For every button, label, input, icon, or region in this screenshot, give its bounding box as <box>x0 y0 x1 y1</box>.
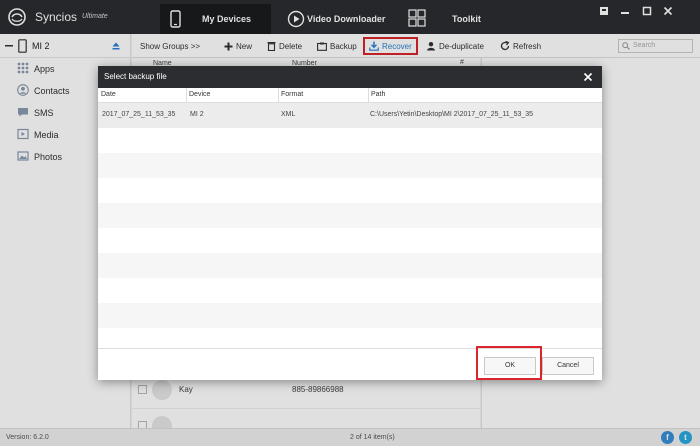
cancel-button[interactable]: Cancel <box>542 357 594 375</box>
dialog-table-body: 2017_07_25_11_53_35 MI 2 XML C:\Users\Ye… <box>98 103 602 348</box>
empty-row <box>98 203 602 228</box>
col-device[interactable]: Device <box>189 91 210 102</box>
backup-path: C:\Users\Yetin\Desktop\MI 2\2017_07_25_1… <box>370 111 534 118</box>
dialog-title: Select backup file <box>104 72 167 81</box>
empty-row <box>98 303 602 328</box>
backup-format: XML <box>281 111 296 118</box>
ok-highlight-frame <box>476 346 542 380</box>
col-path[interactable]: Path <box>371 91 385 102</box>
empty-row <box>98 253 602 278</box>
backup-device: MI 2 <box>190 111 204 118</box>
col-format[interactable]: Format <box>281 91 303 102</box>
backup-date: 2017_07_25_11_53_35 <box>102 111 176 118</box>
dialog-title-bar: Select backup file <box>98 66 602 88</box>
select-backup-dialog: Select backup file Date Device Format Pa… <box>98 66 602 380</box>
empty-row <box>98 153 602 178</box>
dialog-close-icon[interactable] <box>580 69 596 85</box>
dialog-table-header: Date Device Format Path <box>98 88 602 103</box>
backup-row[interactable]: 2017_07_25_11_53_35 MI 2 XML C:\Users\Ye… <box>98 103 602 128</box>
col-date[interactable]: Date <box>101 91 116 102</box>
